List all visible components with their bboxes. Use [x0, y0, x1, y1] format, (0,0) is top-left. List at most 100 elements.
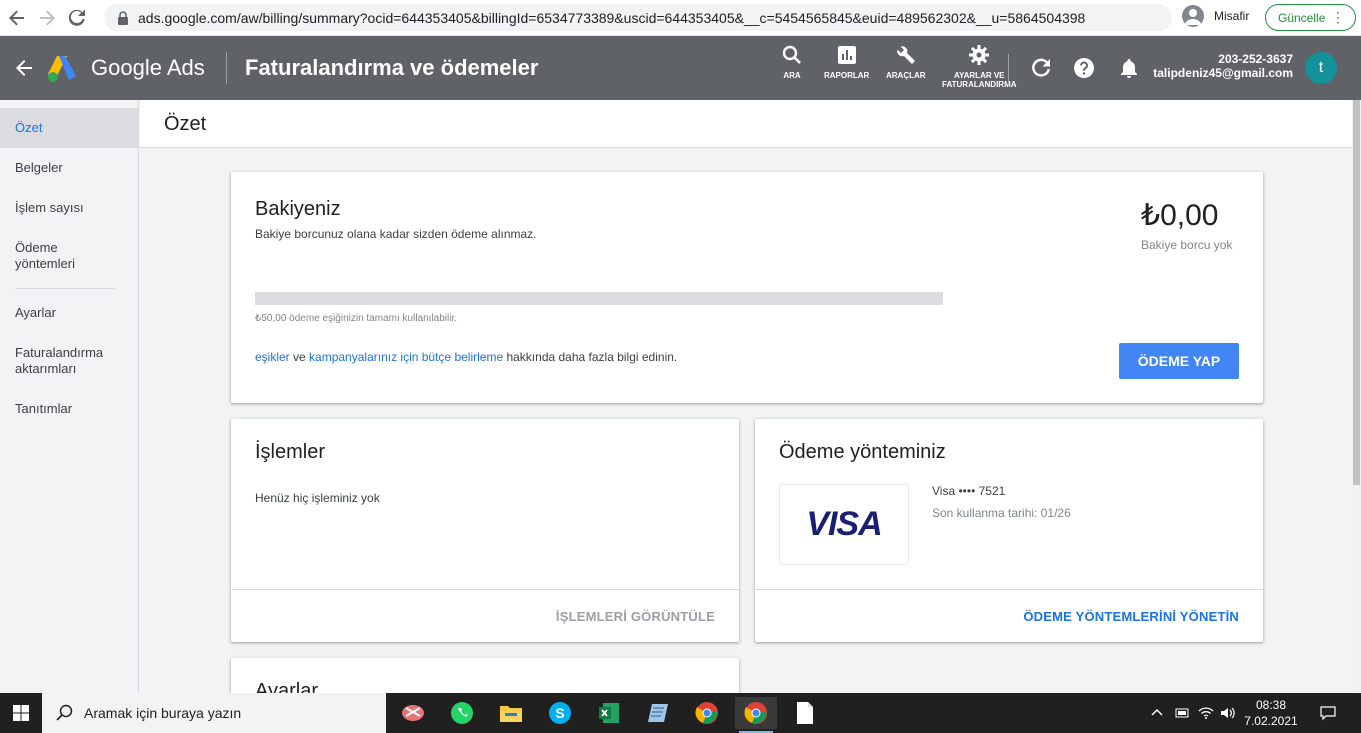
wifi-icon[interactable]: [1198, 706, 1214, 720]
system-tray: [1150, 693, 1236, 733]
wrench-icon: [897, 46, 915, 64]
chrome-icon[interactable]: [735, 697, 777, 733]
address-bar[interactable]: ads.google.com/aw/billing/summary?ocid=6…: [104, 4, 1172, 31]
account-id: 203-252-3637: [1218, 52, 1293, 66]
snipping-tool-icon[interactable]: [392, 697, 434, 729]
settings-label-line1: AYARLAR VE: [953, 71, 1005, 80]
clock-date: 7.02.2021: [1244, 714, 1298, 728]
tools-tool-button[interactable]: ARAÇLAR: [886, 44, 926, 80]
notepad-icon[interactable]: [784, 697, 826, 729]
sidebar-item-promotions[interactable]: Tanıtımlar: [0, 401, 139, 417]
skype-icon[interactable]: S: [539, 697, 581, 729]
taskbar-search-placeholder: Aramak için buraya yazın: [84, 705, 242, 721]
browser-forward-icon[interactable]: [32, 3, 62, 33]
profile-label: Misafir: [1214, 9, 1250, 23]
volume-icon[interactable]: [1220, 706, 1236, 720]
transactions-footer: İŞLEMLERİ GÖRÜNTÜLE: [231, 589, 739, 642]
sidebar-item-payment-methods[interactable]: Ödeme yöntemleri: [0, 240, 110, 272]
browser-reload-icon[interactable]: [62, 3, 92, 33]
threshold-progress-bar: [255, 292, 943, 305]
google-ads-brand: Google Ads: [91, 55, 205, 80]
taskbar-clock[interactable]: 08:38 7.02.2021: [1244, 697, 1298, 729]
taskbar-search-icon: [56, 704, 73, 721]
browser-back-icon[interactable]: [2, 3, 32, 33]
account-email: talipdeniz45@gmail.com: [1153, 66, 1293, 80]
content-title-bar: Özet: [140, 100, 1352, 148]
balance-amount: ₺0,00: [1141, 199, 1219, 232]
update-label: Güncelle: [1278, 10, 1326, 25]
user-avatar[interactable]: t: [1305, 52, 1337, 84]
balance-title: Bakiyeniz: [255, 198, 341, 220]
sidebar-item-settings[interactable]: Ayarlar: [0, 305, 139, 321]
sidebar-divider: [15, 288, 115, 289]
sidebar-item-summary[interactable]: Özet: [0, 108, 139, 148]
thresholds-link[interactable]: eşikler: [255, 350, 290, 364]
sidebar: Özet Belgeler İşlem sayısı Ödeme yönteml…: [0, 100, 139, 693]
reports-tool-label: RAPORLAR: [824, 71, 870, 80]
settings-billing-tool-label: AYARLAR VE FATURALANDIRMA: [942, 71, 1017, 89]
budget-link[interactable]: kampanyalarınız için bütçe belirleme: [309, 350, 503, 364]
threshold-note: ₺50,00 ödeme eşiğinizin tamamı kullanıla…: [255, 313, 458, 324]
transactions-title: İşlemler: [255, 441, 326, 463]
settings-billing-tool-button[interactable]: AYARLAR VE FATURALANDIRMA: [942, 44, 1017, 89]
sidebar-item-documents[interactable]: Belgeler: [0, 160, 139, 176]
card-expiry: Son kullanma tarihi: 01/26: [932, 506, 1071, 520]
header-separator: [1008, 54, 1009, 84]
transactions-card: İşlemler Henüz hiç işleminiz yok İŞLEMLE…: [231, 419, 739, 642]
info-and-text: ve: [289, 350, 310, 364]
svg-text:S: S: [555, 705, 564, 721]
notifications-bell-icon[interactable]: [1118, 57, 1140, 79]
chrome-alt-icon[interactable]: [686, 697, 728, 729]
balance-card: Bakiyeniz Bakiye borcunuz olana kadar si…: [231, 172, 1263, 403]
more-vert-icon: ⋮: [1331, 9, 1345, 25]
visa-logo-text: VISA: [806, 505, 882, 543]
card-number: Visa •••• 7521: [932, 484, 1006, 498]
file-explorer-icon[interactable]: [490, 697, 532, 729]
sidebar-item-transactions[interactable]: İşlem sayısı: [0, 200, 139, 216]
help-icon[interactable]: [1073, 57, 1095, 79]
header-divider: [226, 52, 227, 84]
whatsapp-icon[interactable]: [441, 697, 483, 729]
search-tool-label: ARA: [783, 71, 801, 80]
battery-icon[interactable]: [1174, 706, 1190, 720]
search-tool-button[interactable]: ARA: [781, 44, 803, 80]
payment-method-card: Ödeme yönteminiz VISA Visa •••• 7521 Son…: [755, 419, 1263, 642]
view-transactions-link[interactable]: İŞLEMLERİ GÖRÜNTÜLE: [556, 609, 715, 624]
info-rest-text: hakkında daha fazla bilgi edinin.: [503, 350, 678, 364]
update-button[interactable]: Güncelle ⋮: [1265, 4, 1356, 31]
visa-card-logo: VISA: [779, 484, 909, 565]
content-title: Özet: [164, 113, 207, 135]
gear-icon: [969, 45, 990, 65]
action-center-icon[interactable]: [1320, 705, 1336, 721]
browser-toolbar: ads.google.com/aw/billing/summary?ocid=6…: [0, 0, 1361, 36]
guest-profile[interactable]: Misafir: [1182, 5, 1249, 27]
clock-time: 08:38: [1255, 698, 1287, 712]
account-info[interactable]: 203-252-3637 talipdeniz45@gmail.com: [1153, 52, 1293, 80]
refresh-icon[interactable]: [1030, 57, 1052, 79]
windows-start-icon[interactable]: [0, 693, 42, 733]
info-line: eşikler ve kampanyalarınız için bütçe be…: [255, 350, 677, 364]
transactions-empty-text: Henüz hiç işleminiz yok: [255, 491, 380, 505]
make-payment-button[interactable]: ÖDEME YAP: [1119, 343, 1239, 379]
balance-note: Bakiye borcu yok: [1141, 238, 1233, 252]
notes-app-icon[interactable]: [637, 697, 679, 729]
back-arrow-icon[interactable]: [12, 56, 36, 80]
tools-tool-label: ARAÇLAR: [886, 71, 926, 80]
taskbar-search-box[interactable]: Aramak için buraya yazın: [42, 693, 386, 733]
balance-subtitle: Bakiye borcunuz olana kadar sizden ödeme…: [255, 227, 537, 241]
manage-payment-methods-link[interactable]: ÖDEME YÖNTEMLERİNİ YÖNETİN: [1023, 609, 1239, 624]
page-heading: Faturalandırma ve ödemeler: [245, 55, 539, 80]
page-scrollbar[interactable]: [1352, 100, 1361, 693]
lock-icon: [118, 10, 128, 25]
scrollbar-thumb[interactable]: [1353, 100, 1360, 485]
ads-header: Google Ads Faturalandırma ve ödemeler AR…: [0, 36, 1361, 100]
excel-icon[interactable]: [588, 697, 630, 729]
reports-tool-button[interactable]: RAPORLAR: [824, 44, 869, 80]
url-text: ads.google.com/aw/billing/summary?ocid=6…: [138, 9, 1086, 26]
profile-icon: [1182, 5, 1204, 27]
settings-label-line2: FATURALANDIRMA: [942, 80, 1017, 89]
tray-chevron-up-icon[interactable]: [1150, 706, 1164, 720]
payment-method-title: Ödeme yönteminiz: [779, 441, 946, 463]
search-icon: [782, 45, 801, 64]
sidebar-item-billing-transfers[interactable]: Faturalandırma aktarımları: [0, 345, 120, 377]
